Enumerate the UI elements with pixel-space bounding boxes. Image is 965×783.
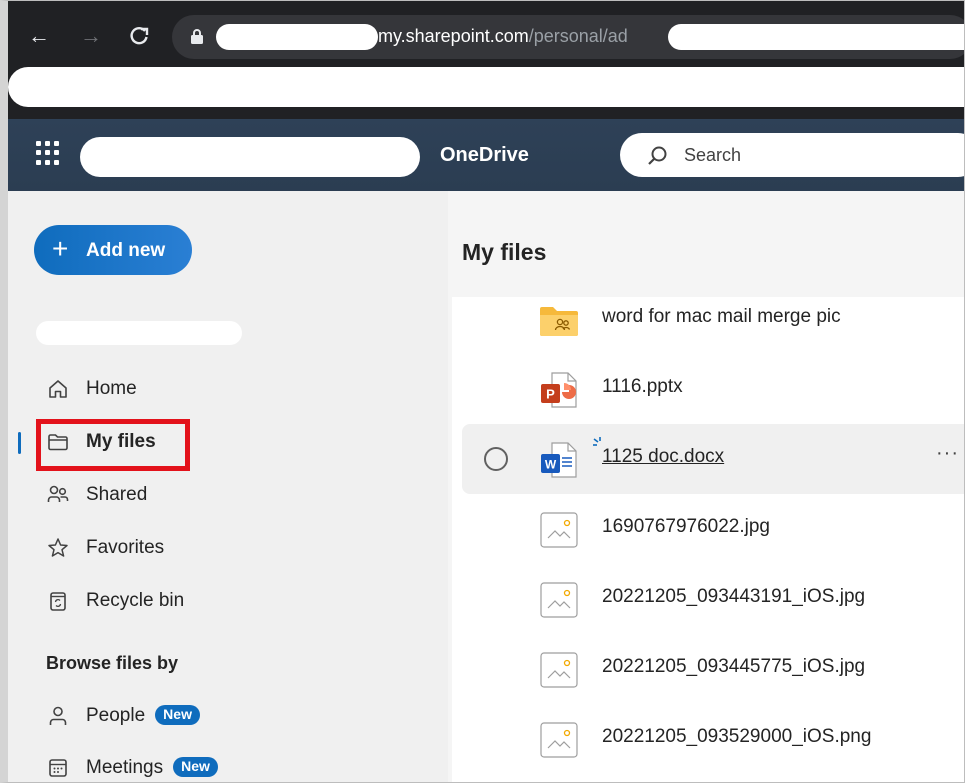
new-badge: New bbox=[155, 705, 200, 725]
file-row-selected[interactable]: W 1125 doc.docx ··· bbox=[462, 424, 964, 494]
sidebar-item-label: People New bbox=[86, 705, 200, 727]
app-header: OneDrive Search bbox=[8, 119, 964, 191]
sidebar-item-label: Favorites bbox=[86, 537, 165, 558]
home-icon bbox=[49, 380, 67, 398]
powerpoint-file-icon: P bbox=[541, 372, 577, 408]
people-label: People bbox=[86, 705, 146, 726]
file-list: word for mac mail merge pic P 1116.pptx bbox=[452, 297, 964, 782]
star-icon bbox=[48, 538, 68, 557]
lock-icon bbox=[191, 29, 203, 44]
selected-indicator bbox=[18, 432, 21, 454]
people-icon bbox=[47, 485, 69, 502]
file-row[interactable]: 1690767976022.jpg bbox=[462, 494, 964, 564]
file-name[interactable]: word for mac mail merge pic bbox=[602, 306, 841, 328]
main-content: My files word for mac mail merge pic P 1… bbox=[448, 191, 964, 782]
sidebar-item-shared[interactable]: Shared bbox=[8, 473, 408, 517]
back-arrow-icon[interactable]: ← bbox=[26, 23, 52, 49]
image-file-icon bbox=[540, 512, 578, 548]
image-file-icon bbox=[540, 652, 578, 688]
meetings-label: Meetings bbox=[86, 757, 164, 778]
app-name[interactable]: OneDrive bbox=[440, 144, 529, 167]
person-icon bbox=[49, 706, 67, 725]
search-placeholder: Search bbox=[684, 145, 742, 165]
sidebar-item-label: Shared bbox=[86, 484, 148, 505]
sidebar-item-label: Recycle bin bbox=[86, 590, 185, 611]
more-options-icon[interactable]: ··· bbox=[936, 442, 959, 465]
address-bar[interactable]: my.sharepoint.com/personal/ad bbox=[172, 15, 964, 59]
search-icon bbox=[648, 146, 667, 165]
browse-files-header: Browse files by bbox=[46, 653, 179, 673]
sidebar-item-label: Meetings New bbox=[86, 757, 218, 779]
page-title: My files bbox=[462, 239, 547, 265]
file-row[interactable]: 20221205_093443191_iOS.jpg bbox=[462, 564, 964, 634]
url-host: my.sharepoint.com bbox=[378, 26, 529, 46]
sidebar-item-recycle-bin[interactable]: Recycle bin bbox=[8, 579, 408, 623]
file-name[interactable]: 1690767976022.jpg bbox=[602, 516, 770, 538]
file-row[interactable]: P 1116.pptx bbox=[462, 354, 964, 424]
word-file-icon: W bbox=[541, 442, 577, 478]
file-row[interactable]: word for mac mail merge pic bbox=[462, 284, 964, 354]
sidebar-item-favorites[interactable]: Favorites bbox=[8, 526, 408, 570]
left-navigation: + Add new Home My files Shared Favorites… bbox=[8, 191, 448, 782]
app-launcher-icon[interactable] bbox=[36, 141, 60, 165]
file-name[interactable]: 1125 doc.docx bbox=[602, 446, 724, 468]
screenshot-frame: ← → my.sharepoint.com/personal/ad OneDri… bbox=[0, 0, 965, 783]
shared-folder-icon bbox=[540, 307, 578, 336]
file-name[interactable]: 20221205_093445775_iOS.jpg bbox=[602, 656, 865, 678]
annotation-highlight-box bbox=[36, 419, 190, 471]
add-new-button[interactable]: + Add new bbox=[34, 225, 192, 275]
sidebar-item-home[interactable]: Home bbox=[8, 367, 408, 411]
svg-text:W: W bbox=[545, 458, 557, 472]
calendar-icon bbox=[49, 759, 67, 777]
url-text: my.sharepoint.com/personal/ad bbox=[378, 26, 628, 47]
image-file-icon bbox=[540, 722, 578, 758]
file-name[interactable]: 1116.pptx bbox=[602, 376, 683, 398]
file-name[interactable]: 20221205_093443191_iOS.jpg bbox=[602, 586, 865, 608]
redacted-account-name bbox=[36, 321, 242, 345]
redacted-tenant-name bbox=[80, 137, 420, 177]
browser-toolbar: ← → my.sharepoint.com/personal/ad bbox=[8, 1, 964, 119]
image-file-icon bbox=[540, 582, 578, 618]
svg-text:P: P bbox=[546, 387, 555, 402]
file-name[interactable]: 20221205_093529000_iOS.png bbox=[602, 726, 871, 748]
search-input[interactable]: Search bbox=[620, 133, 964, 177]
file-row[interactable]: 20221205_093529000_iOS.png bbox=[462, 704, 964, 774]
redacted-url-tail bbox=[668, 24, 964, 50]
new-badge: New bbox=[173, 757, 218, 777]
file-row[interactable]: 20221205_093445775_iOS.jpg bbox=[462, 634, 964, 704]
recycle-bin-icon bbox=[50, 592, 66, 611]
row-select-radio[interactable] bbox=[484, 447, 508, 471]
forward-arrow-icon[interactable]: → bbox=[78, 23, 104, 49]
url-path: /personal/ad bbox=[528, 26, 628, 46]
add-new-label: Add new bbox=[86, 240, 166, 261]
redacted-bookmarks-bar bbox=[8, 67, 964, 107]
sidebar-item-label: Home bbox=[86, 378, 137, 399]
plus-icon: + bbox=[52, 233, 69, 264]
redacted-subdomain bbox=[216, 24, 378, 50]
reload-icon[interactable] bbox=[126, 23, 152, 49]
sidebar-item-meetings[interactable]: Meetings New bbox=[8, 746, 408, 782]
sidebar-item-people[interactable]: People New bbox=[8, 694, 408, 738]
